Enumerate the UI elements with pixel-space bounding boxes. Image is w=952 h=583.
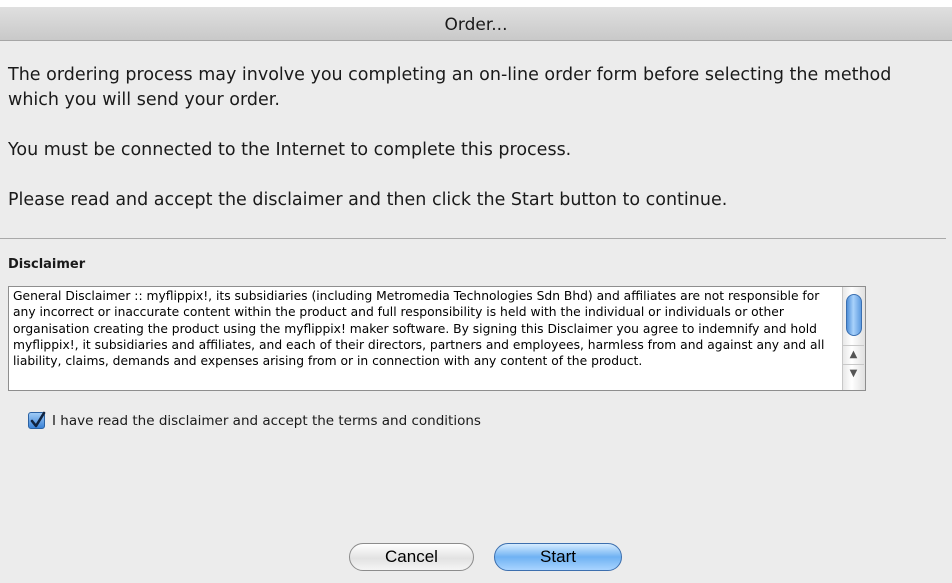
chevron-down-icon[interactable]: ▼ [843, 364, 864, 383]
intro-paragraph-internet: You must be connected to the Internet to… [8, 140, 572, 160]
disclaimer-text: General Disclaimer :: myflippix!, its su… [13, 289, 825, 369]
title-bar[interactable]: Order... [0, 0, 952, 41]
start-button[interactable]: Start [494, 543, 622, 571]
checkmark-icon [30, 411, 46, 428]
order-dialog: Order... The ordering process may involv… [0, 0, 952, 583]
title-bar-strip [0, 0, 952, 7]
scrollbar-thumb[interactable] [846, 294, 862, 336]
disclaimer-text-area[interactable]: General Disclaimer :: myflippix!, its su… [8, 286, 866, 391]
chevron-up-icon[interactable]: ▲ [843, 345, 864, 364]
disclaimer-scrollbar[interactable]: ▲ ▼ [842, 287, 865, 390]
intro-paragraph-accept: Please read and accept the disclaimer an… [8, 190, 728, 210]
disclaimer-heading: Disclaimer [8, 257, 86, 272]
cancel-button[interactable]: Cancel [349, 543, 474, 571]
intro-paragraph-ordering: The ordering process may involve you com… [8, 65, 892, 110]
window-title: Order... [444, 15, 508, 35]
accept-terms-label[interactable]: I have read the disclaimer and accept th… [52, 413, 481, 429]
section-divider [0, 238, 946, 239]
accept-terms-checkbox[interactable] [28, 411, 46, 429]
